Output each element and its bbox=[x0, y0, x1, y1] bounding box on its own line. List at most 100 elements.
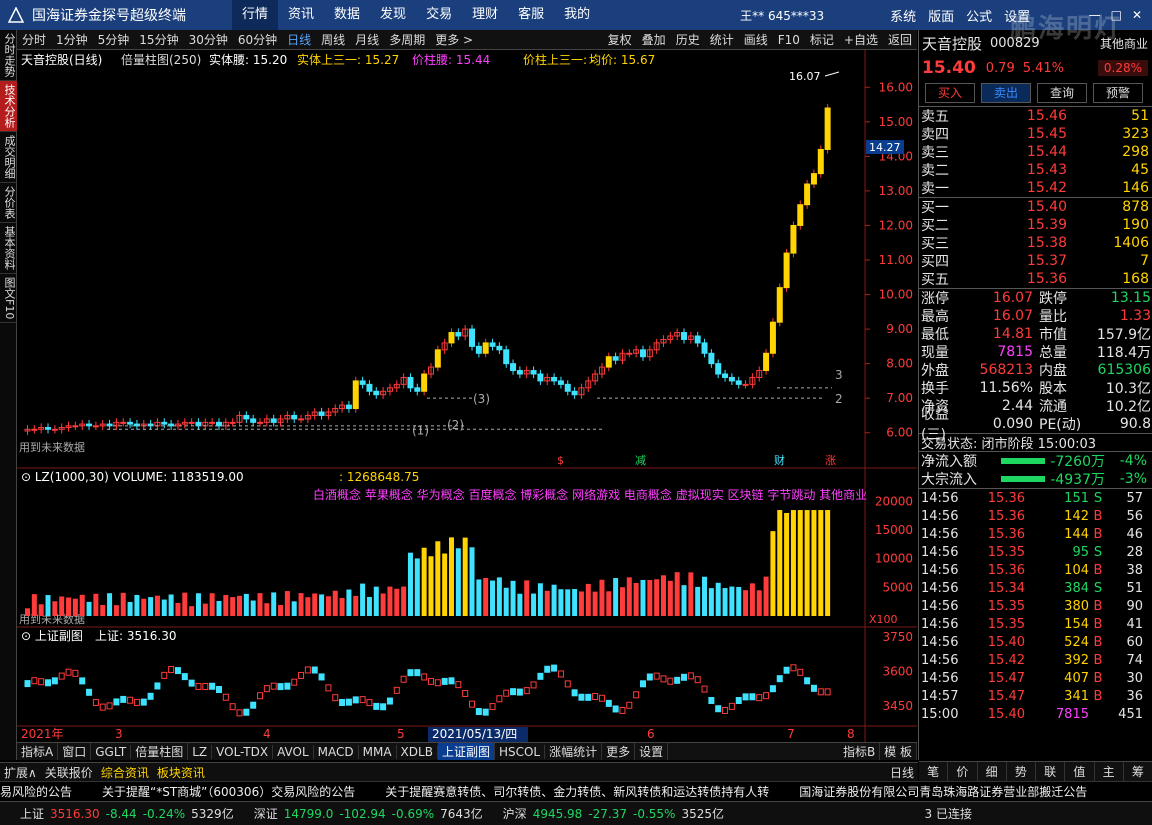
indicator-tab-13[interactable]: 更多 bbox=[602, 743, 636, 760]
candle bbox=[250, 418, 257, 423]
minimize-icon[interactable]: — bbox=[1089, 8, 1101, 22]
tool-1[interactable]: 叠加 bbox=[637, 31, 671, 48]
sys-menu-1[interactable]: 版面 bbox=[922, 6, 960, 25]
sys-menu-0[interactable]: 系统 bbox=[884, 6, 922, 25]
tool-6[interactable]: 标记 bbox=[805, 31, 839, 48]
quote-tab-6[interactable]: 主 bbox=[1095, 762, 1124, 781]
y-tick-0: 16.00 bbox=[879, 80, 913, 94]
indicator-tab-8[interactable]: MMA bbox=[359, 744, 397, 759]
bottom-tab-0[interactable]: 扩展∧ bbox=[0, 764, 41, 781]
period-5[interactable]: 60分钟 bbox=[233, 31, 282, 48]
bottom-tab-4[interactable]: 日线 bbox=[886, 764, 918, 781]
quote-tab-7[interactable]: 筹 bbox=[1124, 762, 1152, 781]
period-3[interactable]: 15分钟 bbox=[134, 31, 183, 48]
left-tab-1[interactable]: 技术分析 bbox=[0, 81, 18, 132]
quote-tab-0[interactable]: 笔 bbox=[919, 762, 949, 781]
news-item-2[interactable]: 关于提醒赛意转债、司尔转债、金力转债、新风转债和运达转债持有人转 bbox=[385, 783, 769, 800]
indicator-tab-9[interactable]: XDLB bbox=[397, 744, 438, 759]
menu-2[interactable]: 数据 bbox=[324, 0, 370, 30]
indicator-tab-2[interactable]: GGLT bbox=[91, 744, 132, 759]
stat-key: 现量 bbox=[921, 345, 949, 361]
trade-button-1[interactable]: 卖出 bbox=[981, 83, 1031, 103]
indicator-tab-6[interactable]: AVOL bbox=[273, 744, 314, 759]
period-1[interactable]: 1分钟 bbox=[51, 31, 93, 48]
indicator-b-tab-1[interactable]: 模 板 bbox=[880, 743, 917, 760]
tool-5[interactable]: F10 bbox=[773, 33, 805, 47]
news-item-3[interactable]: 国海证券股份有限公司青岛珠海路证券营业部搬迁公告 bbox=[799, 783, 1087, 800]
menu-7[interactable]: 我的 bbox=[554, 0, 600, 30]
tool-3[interactable]: 统计 bbox=[705, 31, 739, 48]
period-2[interactable]: 5分钟 bbox=[93, 31, 135, 48]
bottom-tab-2[interactable]: 综合资讯 bbox=[97, 764, 153, 781]
bottom-tab-3[interactable]: 板块资讯 bbox=[153, 764, 209, 781]
indicator-tab-7[interactable]: MACD bbox=[314, 744, 359, 759]
indicator-tab-1[interactable]: 窗口 bbox=[58, 743, 92, 760]
left-tab-5[interactable]: 图文F10 bbox=[0, 274, 18, 324]
index-candle bbox=[749, 693, 756, 701]
tool-4[interactable]: 画线 bbox=[739, 31, 773, 48]
candle bbox=[612, 356, 619, 361]
indicator-tab-14[interactable]: 设置 bbox=[635, 743, 669, 760]
index-candle bbox=[516, 688, 523, 696]
tick-volume: 144 bbox=[1064, 526, 1089, 542]
tool-8[interactable]: 返回 bbox=[883, 31, 917, 48]
quote-tab-5[interactable]: 值 bbox=[1065, 762, 1095, 781]
event-marker-0: $ bbox=[557, 454, 564, 467]
volume-bar bbox=[695, 586, 701, 616]
tick-row-7: 14:56 15.35 154 B 41 bbox=[919, 615, 1152, 633]
menu-6[interactable]: 客服 bbox=[508, 0, 554, 30]
period-9[interactable]: 多周期 bbox=[384, 31, 430, 48]
candle bbox=[229, 421, 236, 424]
sys-menu-3[interactable]: 设置 bbox=[998, 6, 1036, 25]
tick-volume: 154 bbox=[1064, 616, 1089, 632]
trade-button-3[interactable]: 预警 bbox=[1093, 83, 1143, 103]
tick-direction: B bbox=[1093, 670, 1103, 686]
user-account[interactable]: 王** 645***33 bbox=[740, 7, 824, 24]
indicator-b-tab-0[interactable]: 指标B bbox=[839, 743, 881, 760]
current-price-label: 14.27 bbox=[869, 141, 901, 154]
period-6[interactable]: 日线 bbox=[282, 31, 316, 48]
sys-menu-2[interactable]: 公式 bbox=[960, 6, 998, 25]
trade-button-2[interactable]: 查询 bbox=[1037, 83, 1087, 103]
ask-label: 卖四 bbox=[921, 127, 949, 143]
menu-4[interactable]: 交易 bbox=[416, 0, 462, 30]
left-tab-2[interactable]: 成交明细 bbox=[0, 132, 18, 183]
period-7[interactable]: 周线 bbox=[316, 31, 350, 48]
period-10[interactable]: 更多 > bbox=[430, 31, 478, 48]
tool-0[interactable]: 复权 bbox=[603, 31, 637, 48]
menu-0[interactable]: 行情 bbox=[232, 0, 279, 30]
period-8[interactable]: 月线 bbox=[350, 31, 384, 48]
quote-tab-2[interactable]: 细 bbox=[978, 762, 1007, 781]
news-item-1[interactable]: 关于提醒“*ST商城”（600306）交易风险的公告 bbox=[102, 783, 355, 800]
indicator-tab-11[interactable]: HSCOL bbox=[495, 744, 546, 759]
tool-7[interactable]: +自选 bbox=[839, 31, 883, 48]
menu-5[interactable]: 理财 bbox=[462, 0, 508, 30]
indicator-tab-12[interactable]: 涨幅统计 bbox=[545, 743, 603, 760]
hs-amount: 3525亿 bbox=[681, 807, 724, 821]
indicator-tab-10[interactable]: 上证副图 bbox=[437, 743, 495, 760]
period-0[interactable]: 分时 bbox=[17, 31, 51, 48]
indicator-tab-3[interactable]: 倍量柱图 bbox=[131, 743, 189, 760]
indicator-tab-5[interactable]: VOL-TDX bbox=[212, 744, 274, 759]
tool-2[interactable]: 历史 bbox=[671, 31, 705, 48]
bottom-tab-1[interactable]: 关联报价 bbox=[41, 764, 97, 781]
quote-tab-4[interactable]: 联 bbox=[1036, 762, 1066, 781]
indicator-tab-0[interactable]: 指标A bbox=[17, 743, 59, 760]
period-4[interactable]: 30分钟 bbox=[184, 31, 233, 48]
indicator-tab-4[interactable]: LZ bbox=[188, 744, 213, 759]
kline-chart[interactable]: 天音控股(日线) 倍量柱图(250) 实体腰: 15.20 实体上三一: 15.27 价… bbox=[17, 50, 917, 760]
close-icon[interactable]: ✕ bbox=[1132, 8, 1142, 22]
left-tab-3[interactable]: 分价表 bbox=[0, 183, 18, 223]
menu-3[interactable]: 发现 bbox=[370, 0, 416, 30]
left-tab-4[interactable]: 基本资料 bbox=[0, 223, 18, 274]
quote-tab-1[interactable]: 价 bbox=[948, 762, 978, 781]
trade-button-0[interactable]: 买入 bbox=[925, 83, 975, 103]
maximize-icon[interactable]: □ bbox=[1111, 8, 1122, 22]
y-tick-8: 8.00 bbox=[886, 357, 913, 371]
left-tab-0[interactable]: 分时走势 bbox=[0, 30, 18, 81]
volume-bar bbox=[243, 593, 249, 616]
tick-price: 15.36 bbox=[987, 526, 1025, 542]
quote-tab-3[interactable]: 势 bbox=[1007, 762, 1036, 781]
news-item-0[interactable]: 易风险的公告 bbox=[0, 783, 72, 800]
menu-1[interactable]: 资讯 bbox=[278, 0, 324, 30]
